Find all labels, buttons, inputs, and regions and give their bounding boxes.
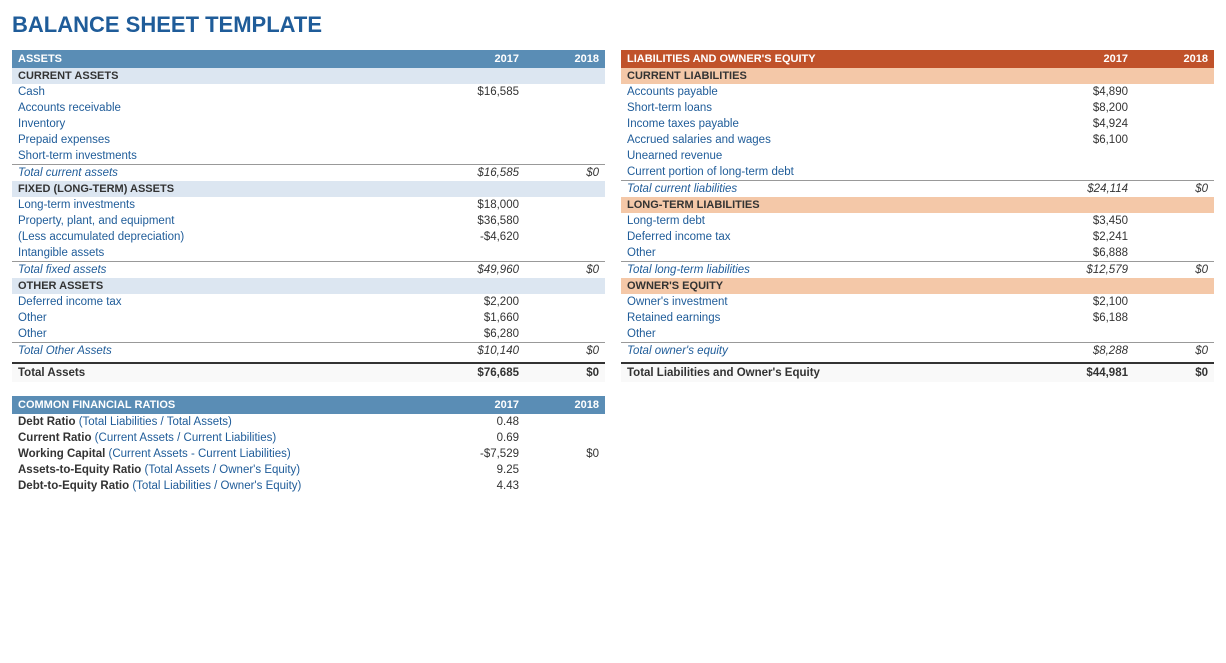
ratios-col-2017: 2017: [445, 396, 525, 414]
liabilities-header-label: LIABILITIES AND OWNER'S EQUITY: [621, 50, 1054, 68]
assets-header-row: ASSETS 2017 2018: [12, 50, 605, 68]
long-term-liabilities-label: LONG-TERM LIABILITIES: [621, 197, 1214, 213]
fixed-assets-label: FIXED (LONG-TERM) ASSETS: [12, 181, 605, 197]
long-term-liabilities-total: Total long-term liabilities $12,579 $0: [621, 262, 1214, 279]
current-assets-total: Total current assets $16,585 $0: [12, 165, 605, 182]
total-assets-row: Total Assets $76,685 $0: [12, 363, 605, 382]
fixed-assets-header: FIXED (LONG-TERM) ASSETS: [12, 181, 605, 197]
table-row: Other $6,888: [621, 245, 1214, 262]
table-row: Cash $16,585: [12, 84, 605, 100]
ratios-header-label: COMMON FINANCIAL RATIOS: [12, 396, 445, 414]
total-assets-label: Total Assets: [12, 363, 445, 382]
other-assets-total: Total Other Assets $10,140 $0: [12, 343, 605, 360]
assets-col-2017: 2017: [445, 50, 525, 68]
table-row: Inventory: [12, 116, 605, 132]
table-row: Retained earnings $6,188: [621, 310, 1214, 326]
table-row: Prepaid expenses: [12, 132, 605, 148]
total-assets-2018: $0: [525, 363, 605, 382]
table-row: Unearned revenue: [621, 148, 1214, 164]
current-assets-label: CURRENT ASSETS: [12, 68, 605, 84]
assets-col-2018: 2018: [525, 50, 605, 68]
table-row: Short-term investments: [12, 148, 605, 165]
current-assets-header: CURRENT ASSETS: [12, 68, 605, 84]
assets-header-label: ASSETS: [12, 50, 445, 68]
owners-equity-total: Total owner's equity $8,288 $0: [621, 343, 1214, 360]
liabilities-header-row: LIABILITIES AND OWNER'S EQUITY 2017 2018: [621, 50, 1214, 68]
liabilities-table: LIABILITIES AND OWNER'S EQUITY 2017 2018…: [621, 50, 1214, 382]
ratio-row: Assets-to-Equity Ratio (Total Assets / O…: [12, 462, 605, 478]
other-assets-header: OTHER ASSETS: [12, 278, 605, 294]
table-row: Other: [621, 326, 1214, 343]
ratios-section: COMMON FINANCIAL RATIOS 2017 2018 Debt R…: [12, 396, 605, 494]
owners-equity-header: OWNER'S EQUITY: [621, 278, 1214, 294]
table-row: Property, plant, and equipment $36,580: [12, 213, 605, 229]
assets-panel: ASSETS 2017 2018 CURRENT ASSETS Cash $16…: [12, 50, 605, 494]
current-liabilities-header: CURRENT LIABILITIES: [621, 68, 1214, 84]
ratio-row: Current Ratio (Current Assets / Current …: [12, 430, 605, 446]
table-row: Accrued salaries and wages $6,100: [621, 132, 1214, 148]
total-liabilities-label: Total Liabilities and Owner's Equity: [621, 363, 1054, 382]
long-term-liabilities-header: LONG-TERM LIABILITIES: [621, 197, 1214, 213]
owners-equity-label: OWNER'S EQUITY: [621, 278, 1214, 294]
table-row: Deferred income tax $2,241: [621, 229, 1214, 245]
table-row: Long-term debt $3,450: [621, 213, 1214, 229]
table-row: Intangible assets: [12, 245, 605, 262]
table-row: Deferred income tax $2,200: [12, 294, 605, 310]
total-assets-2017: $76,685: [445, 363, 525, 382]
fixed-assets-total: Total fixed assets $49,960 $0: [12, 262, 605, 279]
table-row: Other $6,280: [12, 326, 605, 343]
total-liabilities-row: Total Liabilities and Owner's Equity $44…: [621, 363, 1214, 382]
total-liabilities-2018: $0: [1134, 363, 1214, 382]
table-row: Other $1,660: [12, 310, 605, 326]
total-liabilities-2017: $44,981: [1054, 363, 1134, 382]
ratios-header-row: COMMON FINANCIAL RATIOS 2017 2018: [12, 396, 605, 414]
ratios-col-2018: 2018: [525, 396, 605, 414]
liabilities-panel: LIABILITIES AND OWNER'S EQUITY 2017 2018…: [621, 50, 1214, 494]
liabilities-col-2018: 2018: [1134, 50, 1214, 68]
current-liabilities-label: CURRENT LIABILITIES: [621, 68, 1214, 84]
table-row: Accounts payable $4,890: [621, 84, 1214, 100]
other-assets-label: OTHER ASSETS: [12, 278, 605, 294]
ratio-row: Working Capital (Current Assets - Curren…: [12, 446, 605, 462]
table-row: Short-term loans $8,200: [621, 100, 1214, 116]
table-row: Current portion of long-term debt: [621, 164, 1214, 181]
page-title: BALANCE SHEET TEMPLATE: [12, 12, 1214, 38]
table-row: Accounts receivable: [12, 100, 605, 116]
current-liabilities-total: Total current liabilities $24,114 $0: [621, 181, 1214, 198]
table-row: (Less accumulated depreciation) -$4,620: [12, 229, 605, 245]
assets-table: ASSETS 2017 2018 CURRENT ASSETS Cash $16…: [12, 50, 605, 382]
ratio-row: Debt Ratio (Total Liabilities / Total As…: [12, 414, 605, 430]
liabilities-col-2017: 2017: [1054, 50, 1134, 68]
ratio-row: Debt-to-Equity Ratio (Total Liabilities …: [12, 478, 605, 494]
table-row: Owner's investment $2,100: [621, 294, 1214, 310]
table-row: Income taxes payable $4,924: [621, 116, 1214, 132]
table-row: Long-term investments $18,000: [12, 197, 605, 213]
ratios-table: COMMON FINANCIAL RATIOS 2017 2018 Debt R…: [12, 396, 605, 494]
